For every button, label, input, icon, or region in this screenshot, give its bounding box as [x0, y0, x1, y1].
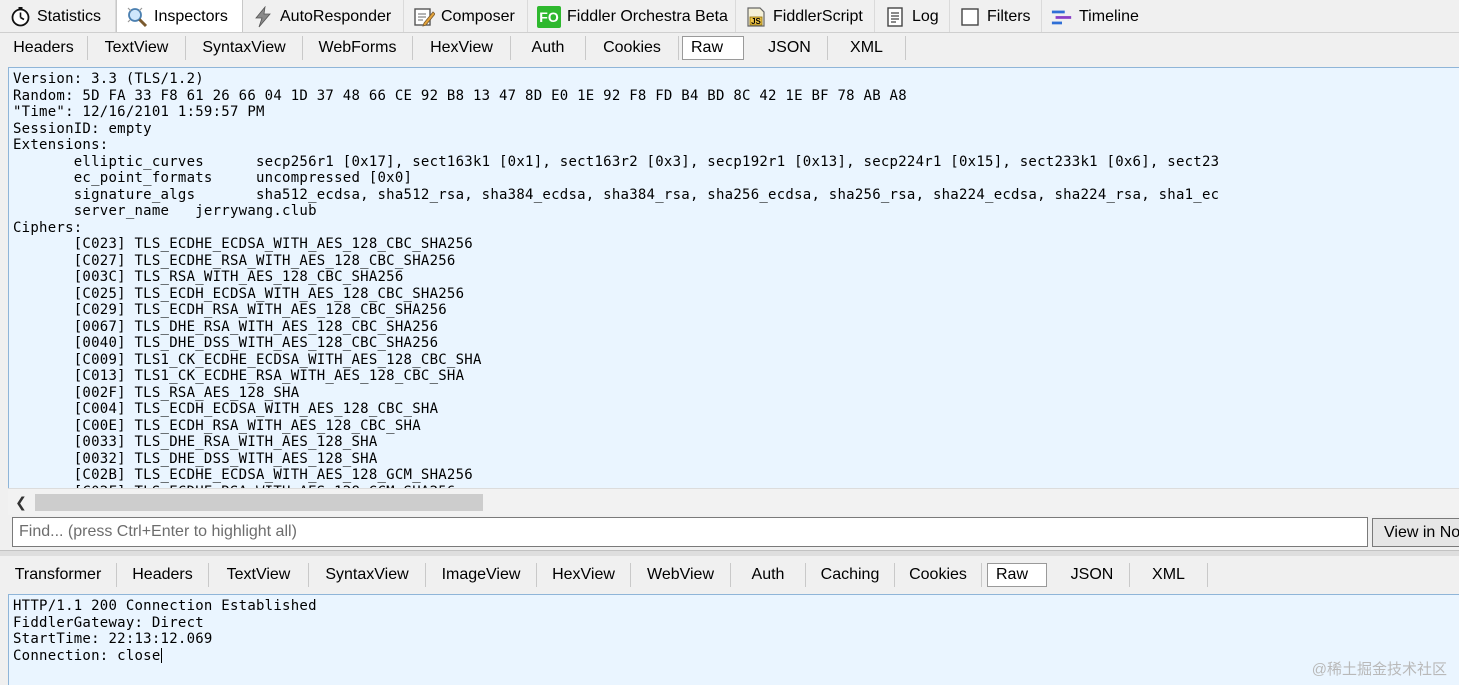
lightning-icon [252, 5, 274, 28]
tab-statistics-label: Statistics [37, 7, 102, 25]
request-tab-headers[interactable]: Headers [0, 36, 88, 60]
tab-fiddler-orchestra-label: Fiddler Orchestra Beta [567, 7, 728, 25]
request-tab-json[interactable]: JSON [752, 36, 828, 60]
response-tab-hexview[interactable]: HexView [537, 563, 631, 587]
stopwatch-icon [9, 6, 31, 28]
tab-autoresponder-label: AutoResponder [280, 7, 392, 25]
request-tab-raw[interactable]: Raw [682, 36, 744, 60]
checkbox-icon [959, 6, 981, 28]
log-icon [884, 6, 906, 28]
tab-log-label: Log [912, 7, 939, 25]
request-tab-webforms[interactable]: WebForms [303, 36, 413, 60]
timeline-icon [1051, 6, 1073, 28]
response-tab-syntaxview[interactable]: SyntaxView [309, 563, 426, 587]
tab-timeline-label: Timeline [1079, 7, 1139, 25]
response-tab-textview[interactable]: TextView [209, 563, 309, 587]
request-inspector-tabs: Headers TextView SyntaxView WebForms Hex… [0, 33, 1459, 63]
text-caret [160, 647, 162, 663]
tab-fiddler-orchestra[interactable]: FO Fiddler Orchestra Beta [528, 0, 736, 32]
tab-fiddlerscript[interactable]: JS FiddlerScript [736, 0, 875, 32]
tab-filters[interactable]: Filters [950, 0, 1042, 32]
tab-fiddlerscript-label: FiddlerScript [773, 7, 863, 25]
scroll-left-arrow-icon[interactable]: ❮ [11, 492, 31, 512]
request-tab-syntaxview[interactable]: SyntaxView [186, 36, 303, 60]
tab-inspectors-label: Inspectors [154, 7, 228, 25]
request-raw-text[interactable]: Version: 3.3 (TLS/1.2) Random: 5D FA 33 … [8, 67, 1459, 488]
request-tab-hexview[interactable]: HexView [413, 36, 511, 60]
response-tab-transformer[interactable]: Transformer [0, 563, 117, 587]
request-tab-auth[interactable]: Auth [511, 36, 586, 60]
find-bar [12, 517, 1368, 547]
tab-composer[interactable]: Composer [404, 0, 528, 32]
response-tab-raw[interactable]: Raw [987, 563, 1047, 587]
response-tab-imageview[interactable]: ImageView [426, 563, 537, 587]
main-tab-strip: Statistics Inspectors AutoResponder Comp… [0, 0, 1459, 33]
request-tab-xml[interactable]: XML [828, 36, 906, 60]
request-tab-textview[interactable]: TextView [88, 36, 186, 60]
script-icon-text: JS [751, 17, 761, 26]
tab-log[interactable]: Log [875, 0, 950, 32]
response-tab-json[interactable]: JSON [1055, 563, 1130, 587]
request-raw-content: Version: 3.3 (TLS/1.2) Random: 5D FA 33 … [13, 71, 1220, 488]
scrollbar-thumb[interactable] [35, 494, 483, 511]
find-input[interactable] [13, 518, 1367, 546]
tab-composer-label: Composer [441, 7, 515, 25]
tab-inspectors[interactable]: Inspectors [116, 0, 243, 32]
response-tab-auth[interactable]: Auth [731, 563, 806, 587]
request-tab-cookies[interactable]: Cookies [586, 36, 679, 60]
response-tab-cookies[interactable]: Cookies [895, 563, 982, 587]
view-in-notepad-button[interactable]: View in Notepad [1372, 518, 1459, 547]
response-raw-text[interactable]: HTTP/1.1 200 Connection Established Fidd… [8, 594, 1459, 685]
tab-filters-label: Filters [987, 7, 1031, 25]
pane-splitter[interactable] [0, 550, 1459, 556]
magnifier-icon [126, 6, 148, 28]
script-icon: JS [745, 6, 767, 28]
composer-icon [413, 6, 435, 28]
response-tab-caching[interactable]: Caching [806, 563, 895, 587]
request-horizontal-scrollbar[interactable]: ❮ [8, 488, 1459, 515]
response-tab-xml[interactable]: XML [1130, 563, 1208, 587]
response-tab-headers[interactable]: Headers [117, 563, 209, 587]
fo-icon: FO [537, 5, 561, 28]
response-inspector-tabs: Transformer Headers TextView SyntaxView … [0, 560, 1459, 590]
tab-timeline[interactable]: Timeline [1042, 0, 1146, 32]
response-body-text: HTTP/1.1 200 Connection Established Fidd… [13, 598, 317, 664]
watermark: @稀土掘金技术社区 [1311, 661, 1447, 678]
tab-statistics[interactable]: Statistics [0, 0, 116, 32]
tab-autoresponder[interactable]: AutoResponder [243, 0, 404, 32]
response-raw-content: HTTP/1.1 200 Connection Established Fidd… [9, 595, 1459, 664]
response-tab-webview[interactable]: WebView [631, 563, 731, 587]
